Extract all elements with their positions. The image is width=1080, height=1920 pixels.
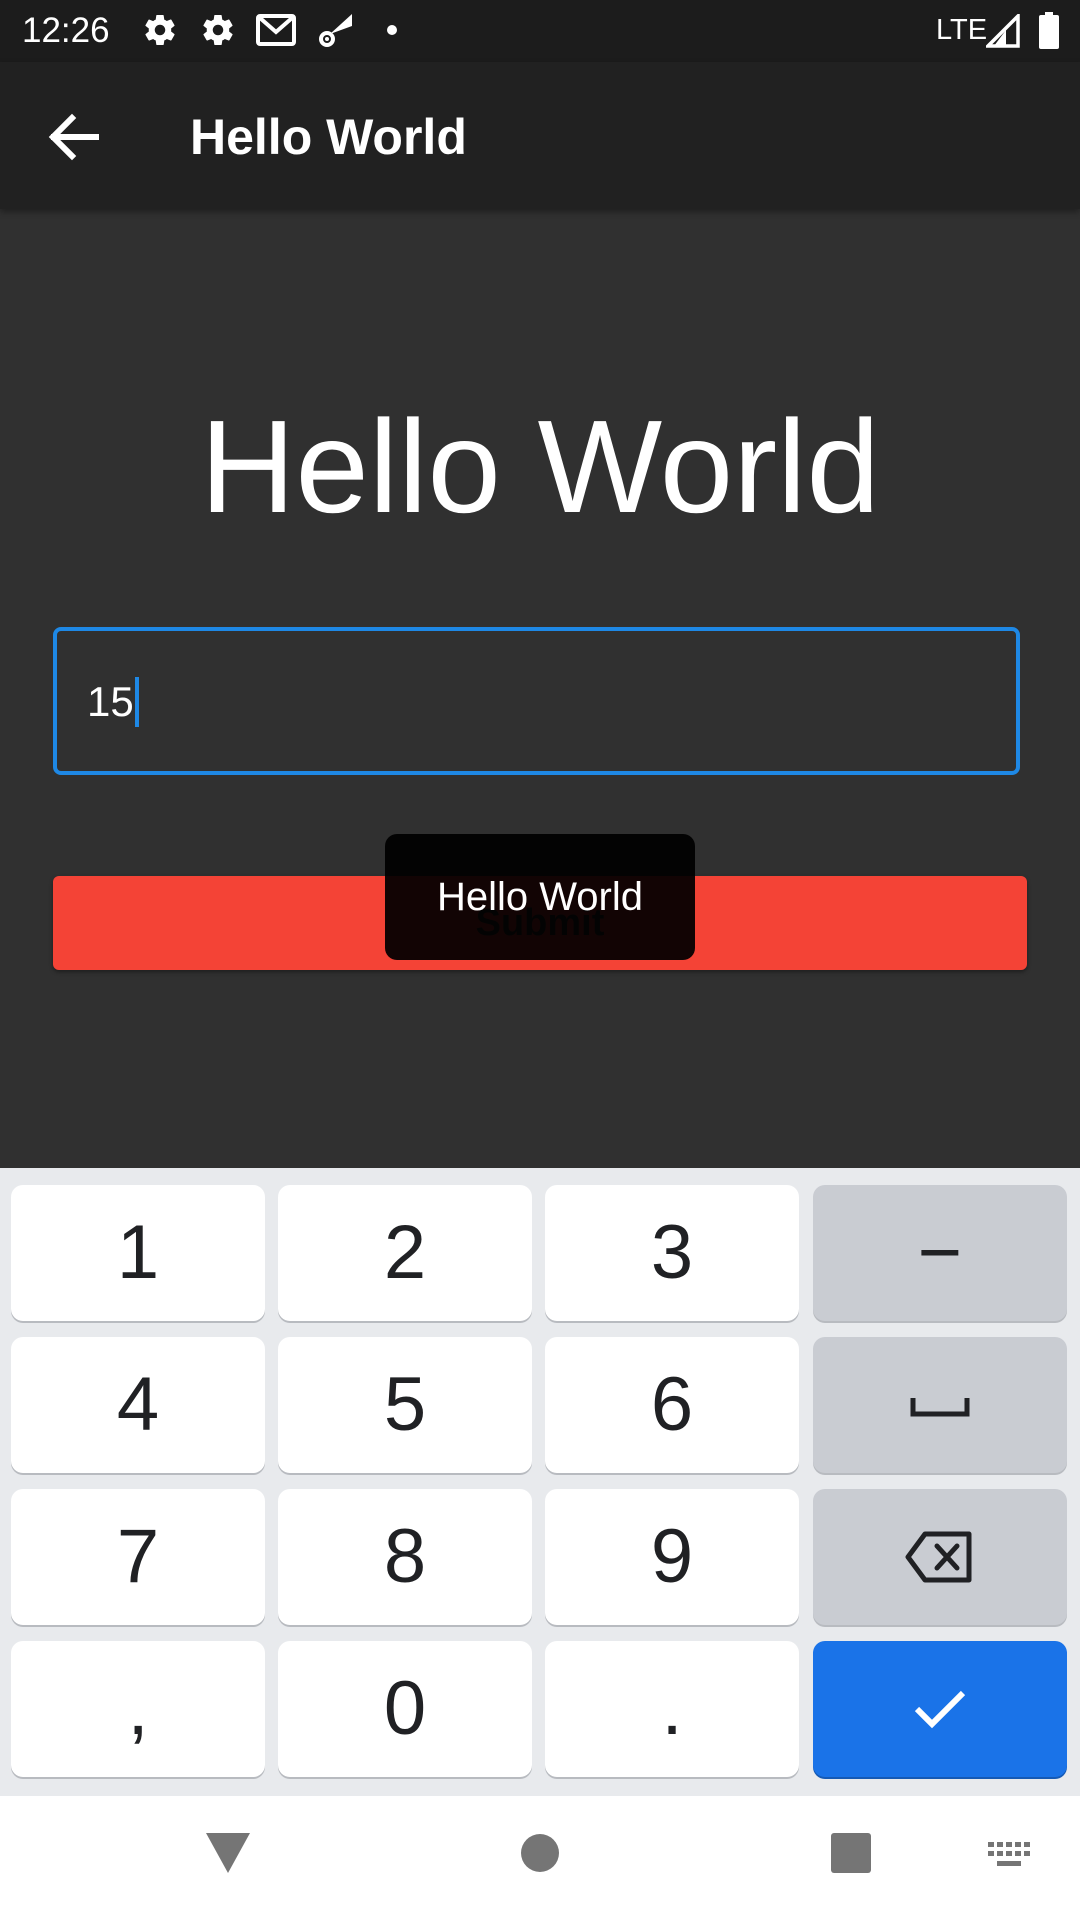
key-space[interactable] (813, 1337, 1067, 1473)
key-backspace[interactable] (813, 1489, 1067, 1625)
space-bar-icon (910, 1398, 970, 1417)
key-1[interactable]: 1 (11, 1185, 265, 1321)
hello-world-heading: Hello World (200, 393, 880, 540)
key-7[interactable]: 7 (11, 1489, 265, 1625)
home-circle-icon[interactable] (520, 1833, 560, 1873)
key-period[interactable]: . (545, 1641, 799, 1777)
signal-icon (986, 14, 1020, 48)
key-8[interactable]: 8 (278, 1489, 532, 1625)
gmail-icon (256, 14, 296, 46)
keyboard-switch-icon[interactable] (988, 1842, 1030, 1870)
app-bar: Hello World (0, 62, 1080, 209)
backspace-icon (905, 1531, 972, 1583)
key-minus[interactable]: − (813, 1185, 1067, 1321)
numeric-keyboard: 1 2 3 − 4 5 6 7 8 9 , 0 . (0, 1168, 1080, 1796)
status-time: 12:26 (22, 11, 110, 50)
key-5[interactable]: 5 (278, 1337, 532, 1473)
wifi-settings-icon (319, 14, 352, 47)
back-triangle-icon[interactable] (206, 1833, 250, 1873)
key-9[interactable]: 9 (545, 1489, 799, 1625)
recents-square-icon[interactable] (831, 1833, 871, 1873)
arrow-back-icon[interactable] (38, 102, 108, 172)
number-input[interactable]: 15 (53, 627, 1020, 775)
page-title: Hello World (190, 109, 467, 165)
number-input-value: 15 (87, 677, 139, 727)
navigation-bar (0, 1796, 1080, 1920)
key-6[interactable]: 6 (545, 1337, 799, 1473)
toast-message: Hello World (385, 834, 695, 960)
key-3[interactable]: 3 (545, 1185, 799, 1321)
dot-icon (387, 25, 397, 35)
key-4[interactable]: 4 (11, 1337, 265, 1473)
status-bar: 12:26 LTE (0, 0, 1080, 62)
key-comma[interactable]: , (11, 1641, 265, 1777)
battery-icon (1039, 12, 1059, 49)
key-done[interactable] (813, 1641, 1067, 1777)
settings-icon (203, 15, 233, 46)
check-icon (914, 1690, 966, 1729)
key-2[interactable]: 2 (278, 1185, 532, 1321)
key-0[interactable]: 0 (278, 1641, 532, 1777)
network-type: LTE (936, 14, 988, 46)
settings-icon (145, 15, 175, 46)
text-cursor (134, 677, 139, 727)
